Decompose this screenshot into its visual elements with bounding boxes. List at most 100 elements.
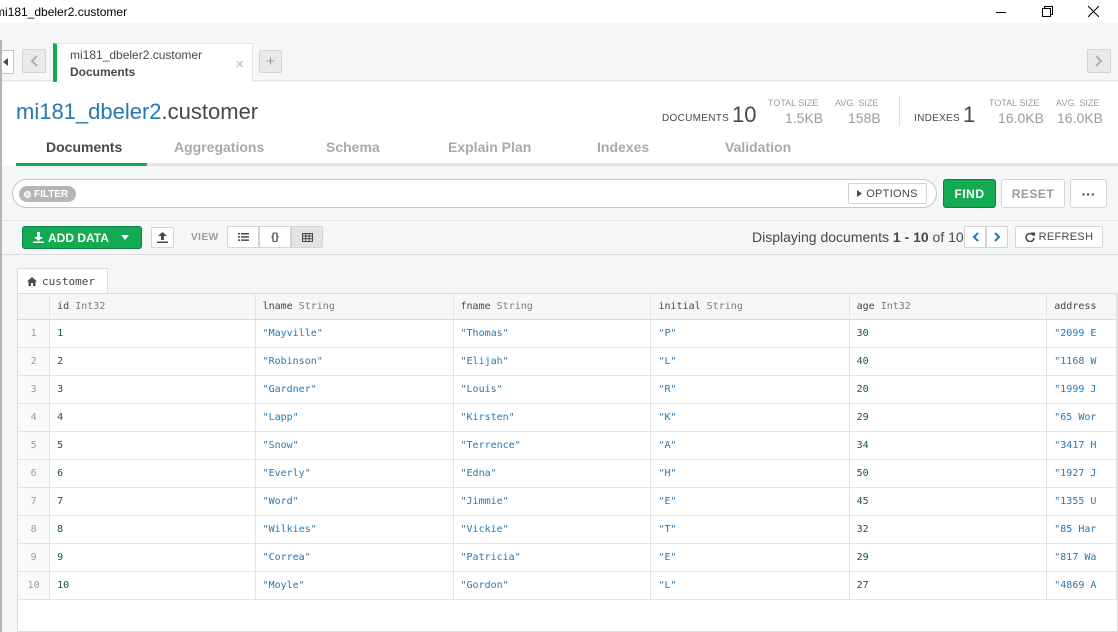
cell-fname[interactable]: "Elijah" xyxy=(453,347,652,376)
cell-initial[interactable]: "H" xyxy=(650,459,850,488)
cell-initial[interactable]: "L" xyxy=(650,571,850,600)
cell-lname[interactable]: "Word" xyxy=(255,487,454,516)
column-header[interactable]: initial String xyxy=(650,294,850,320)
cell-fname[interactable]: "Thomas" xyxy=(453,319,652,348)
export-button[interactable] xyxy=(151,227,174,248)
cell-id[interactable]: 4 xyxy=(49,403,256,432)
cell-fname[interactable]: "Patricia" xyxy=(453,543,652,572)
options-button[interactable]: OPTIONS xyxy=(848,183,927,204)
cell-age[interactable]: 27 xyxy=(849,571,1048,600)
table-row[interactable]: 2 2 "Robinson" "Elijah" "L" 40 "1168 W xyxy=(18,347,1117,376)
cell-address[interactable]: "65 Wor xyxy=(1046,403,1117,432)
column-header[interactable]: age Int32 xyxy=(849,294,1048,320)
column-header[interactable]: id Int32 xyxy=(49,294,256,320)
cell-age[interactable]: 29 xyxy=(849,543,1048,572)
tab-explain-plan[interactable]: Explain Plan xyxy=(448,139,531,155)
close-window-button[interactable] xyxy=(1070,0,1116,23)
cell-initial[interactable]: "E" xyxy=(650,487,850,516)
cell-address[interactable]: "4869 A xyxy=(1046,571,1117,600)
cell-id[interactable]: 6 xyxy=(49,459,256,488)
cell-address[interactable]: "817 Wa xyxy=(1046,543,1117,572)
table-row[interactable]: 10 10 "Moyle" "Gordon" "L" 27 "4869 A xyxy=(18,571,1117,600)
new-tab-button[interactable]: + xyxy=(259,50,282,73)
table-row[interactable]: 3 3 "Gardner" "Louis" "R" 20 "1999 J xyxy=(18,375,1117,404)
cell-lname[interactable]: "Correa" xyxy=(255,543,454,572)
cell-id[interactable]: 8 xyxy=(49,515,256,544)
tab-documents[interactable]: Documents xyxy=(46,139,122,155)
cell-id[interactable]: 10 xyxy=(49,571,256,600)
table-row[interactable]: 7 7 "Word" "Jimmie" "E" 45 "1355 U xyxy=(18,487,1117,516)
table-view-button[interactable] xyxy=(291,226,323,248)
minimize-button[interactable] xyxy=(978,0,1024,23)
cell-id[interactable]: 7 xyxy=(49,487,256,516)
filter-input[interactable]: FILTER OPTIONS xyxy=(12,179,937,208)
cell-address[interactable]: "2099 E xyxy=(1046,319,1117,348)
cell-initial[interactable]: "L" xyxy=(650,347,850,376)
cell-initial[interactable]: "K" xyxy=(650,403,850,432)
collection-breadcrumb-tab[interactable]: customer xyxy=(17,268,108,294)
cell-age[interactable]: 50 xyxy=(849,459,1048,488)
cell-fname[interactable]: "Terrence" xyxy=(453,431,652,460)
cell-id[interactable]: 2 xyxy=(49,347,256,376)
cell-fname[interactable]: "Kirsten" xyxy=(453,403,652,432)
cell-id[interactable]: 1 xyxy=(49,319,256,348)
previous-page-button[interactable] xyxy=(964,226,986,248)
cell-id[interactable]: 9 xyxy=(49,543,256,572)
cell-lname[interactable]: "Robinson" xyxy=(255,347,454,376)
tab-customer-documents[interactable]: mi181_dbeler2.customer Documents × xyxy=(53,43,253,85)
table-row[interactable]: 9 9 "Correa" "Patricia" "E" 29 "817 Wa xyxy=(18,543,1117,572)
cell-initial[interactable]: "T" xyxy=(650,515,850,544)
cell-fname[interactable]: "Vickie" xyxy=(453,515,652,544)
add-data-button[interactable]: ADD DATA xyxy=(22,226,142,249)
find-button[interactable]: FIND xyxy=(943,179,996,208)
cell-lname[interactable]: "Lapp" xyxy=(255,403,454,432)
cell-address[interactable]: "85 Har xyxy=(1046,515,1117,544)
cell-initial[interactable]: "A" xyxy=(650,431,850,460)
restore-button[interactable] xyxy=(1024,0,1070,23)
table-row[interactable]: 8 8 "Wilkies" "Vickie" "T" 32 "85 Har xyxy=(18,515,1117,544)
cell-lname[interactable]: "Wilkies" xyxy=(255,515,454,544)
refresh-button[interactable]: REFRESH xyxy=(1015,226,1103,248)
cell-address[interactable]: "1927 J xyxy=(1046,459,1117,488)
cell-id[interactable]: 5 xyxy=(49,431,256,460)
cell-fname[interactable]: "Gordon" xyxy=(453,571,652,600)
tab-indexes[interactable]: Indexes xyxy=(597,139,649,155)
tab-validation[interactable]: Validation xyxy=(725,139,791,155)
sidebar-collapse-button[interactable] xyxy=(0,50,14,74)
tab-close-icon[interactable]: × xyxy=(235,56,244,73)
cell-age[interactable]: 32 xyxy=(849,515,1048,544)
cell-age[interactable]: 34 xyxy=(849,431,1048,460)
cell-fname[interactable]: "Edna" xyxy=(453,459,652,488)
cell-age[interactable]: 45 xyxy=(849,487,1048,516)
table-row[interactable]: 6 6 "Everly" "Edna" "H" 50 "1927 J xyxy=(18,459,1117,488)
reset-button[interactable]: RESET xyxy=(1001,179,1065,208)
cell-address[interactable]: "1355 U xyxy=(1046,487,1117,516)
list-view-button[interactable] xyxy=(227,226,259,248)
cell-age[interactable]: 20 xyxy=(849,375,1048,404)
cell-age[interactable]: 30 xyxy=(849,319,1048,348)
cell-initial[interactable]: "R" xyxy=(650,375,850,404)
cell-lname[interactable]: "Moyle" xyxy=(255,571,454,600)
tabs-scroll-right-button[interactable] xyxy=(1087,49,1111,73)
cell-lname[interactable]: "Mayville" xyxy=(255,319,454,348)
cell-age[interactable]: 29 xyxy=(849,403,1048,432)
cell-fname[interactable]: "Louis" xyxy=(453,375,652,404)
cell-fname[interactable]: "Jimmie" xyxy=(453,487,652,516)
json-view-button[interactable]: {} xyxy=(259,226,291,248)
table-row[interactable]: 4 4 "Lapp" "Kirsten" "K" 29 "65 Wor xyxy=(18,403,1117,432)
table-row[interactable]: 1 1 "Mayville" "Thomas" "P" 30 "2099 E xyxy=(18,319,1117,348)
cell-initial[interactable]: "P" xyxy=(650,319,850,348)
cell-address[interactable]: "1168 W xyxy=(1046,347,1117,376)
column-header[interactable]: fname String xyxy=(453,294,652,320)
cell-lname[interactable]: "Everly" xyxy=(255,459,454,488)
tab-schema[interactable]: Schema xyxy=(326,139,380,155)
table-row[interactable]: 5 5 "Snow" "Terrence" "A" 34 "3417 H xyxy=(18,431,1117,460)
cell-address[interactable]: "3417 H xyxy=(1046,431,1117,460)
database-name[interactable]: mi181_dbeler2 xyxy=(16,99,162,124)
cell-age[interactable]: 40 xyxy=(849,347,1048,376)
column-header[interactable]: lname String xyxy=(255,294,454,320)
tab-aggregations[interactable]: Aggregations xyxy=(174,139,264,155)
next-page-button[interactable] xyxy=(986,226,1008,248)
tabs-scroll-left-button[interactable] xyxy=(22,49,46,73)
cell-address[interactable]: "1999 J xyxy=(1046,375,1117,404)
